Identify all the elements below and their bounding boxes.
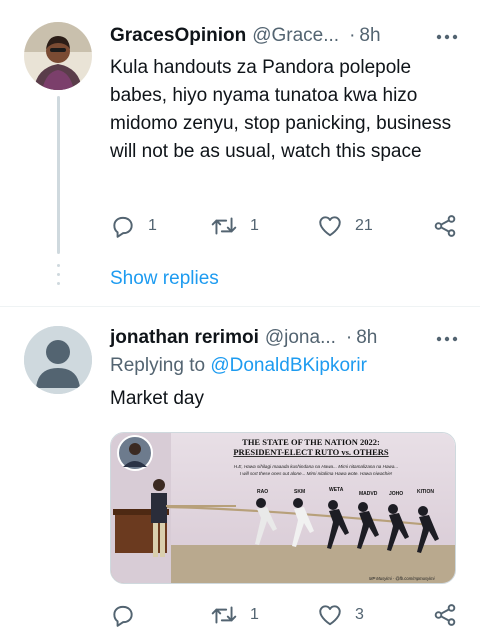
display-name[interactable]: jonathan rerimoi — [110, 327, 259, 349]
tweet[interactable]: GracesOpinion @Grace... · 8h Kula handou… — [0, 0, 480, 306]
reply-button[interactable]: 1 — [110, 211, 157, 241]
timestamp[interactable]: 8h — [356, 327, 377, 349]
reply-count: 1 — [148, 217, 157, 234]
tweet-header: GracesOpinion @Grace... · 8h — [110, 23, 460, 49]
like-count: 21 — [355, 217, 373, 234]
display-name[interactable]: GracesOpinion — [110, 25, 246, 47]
separator: · — [345, 327, 353, 348]
retweet-icon — [210, 602, 238, 628]
media-figure-label: JOHO — [389, 491, 403, 497]
like-count: 3 — [355, 606, 364, 623]
media-figure-label: WETA — [329, 487, 344, 493]
replying-to: Replying to @DonaldBKipkorir — [110, 355, 367, 377]
more-dots-icon[interactable] — [434, 27, 460, 47]
like-button[interactable]: 3 — [317, 600, 364, 630]
media-caption-line-2: I will sort these ones out alone... Mimi… — [240, 471, 393, 476]
replying-to-user-link[interactable]: @DonaldBKipkorir — [210, 355, 367, 376]
like-button[interactable]: 21 — [317, 211, 373, 241]
more-dots-icon[interactable] — [434, 329, 460, 349]
replying-to-label: Replying to — [110, 355, 206, 376]
reply-icon — [110, 213, 136, 239]
share-icon — [432, 602, 458, 628]
media-title-line-1: THE STATE OF THE NATION 2022: — [242, 437, 380, 447]
reply-icon — [110, 602, 136, 628]
heart-icon — [317, 602, 343, 628]
media-credit: MP Musyimi - @fb.com/mpmusyimi — [369, 576, 436, 581]
retweet-icon — [210, 213, 238, 239]
separator: · — [349, 25, 356, 46]
attached-image[interactable]: THE STATE OF THE NATION 2022: PRESIDENT-… — [110, 432, 456, 584]
tweet-text: Kula handouts za Pandora polepole babes,… — [110, 57, 452, 162]
media-figure-label: SKM — [294, 489, 305, 495]
thread-line — [57, 96, 60, 254]
tweet-text: Market day — [110, 388, 204, 409]
thread-dots — [57, 264, 60, 294]
retweet-button[interactable]: 1 — [210, 211, 259, 241]
retweet-count: 1 — [250, 217, 259, 234]
share-button[interactable] — [432, 600, 458, 630]
action-bar: 1 1 21 — [110, 211, 460, 241]
action-bar: 1 3 — [110, 600, 460, 630]
reply-button[interactable] — [110, 600, 136, 630]
media-caption-line-1: H.E, Hawa sihilagi maaada kushindana na … — [234, 464, 398, 469]
retweet-button[interactable]: 1 — [210, 600, 259, 630]
user-handle[interactable]: @Grace... — [252, 25, 339, 47]
share-button[interactable] — [432, 211, 458, 241]
media-figure-label: RAO — [257, 489, 268, 495]
tweet[interactable]: jonathan rerimoi @jona... · 8h Replying … — [0, 307, 480, 641]
share-icon — [432, 213, 458, 239]
avatar[interactable] — [24, 326, 92, 394]
media-title-line-2: PRESIDENT-ELECT RUTO vs. OTHERS — [233, 447, 389, 457]
show-replies-link[interactable]: Show replies — [110, 268, 219, 290]
media-figure-label: KITION — [417, 489, 434, 495]
tweet-header: jonathan rerimoi @jona... · 8h — [110, 325, 460, 351]
retweet-count: 1 — [250, 606, 259, 623]
avatar[interactable] — [24, 22, 92, 90]
media-figure-label: MADVD — [359, 491, 378, 497]
heart-icon — [317, 213, 343, 239]
user-handle[interactable]: @jona... — [265, 327, 336, 349]
timestamp[interactable]: 8h — [359, 25, 380, 47]
